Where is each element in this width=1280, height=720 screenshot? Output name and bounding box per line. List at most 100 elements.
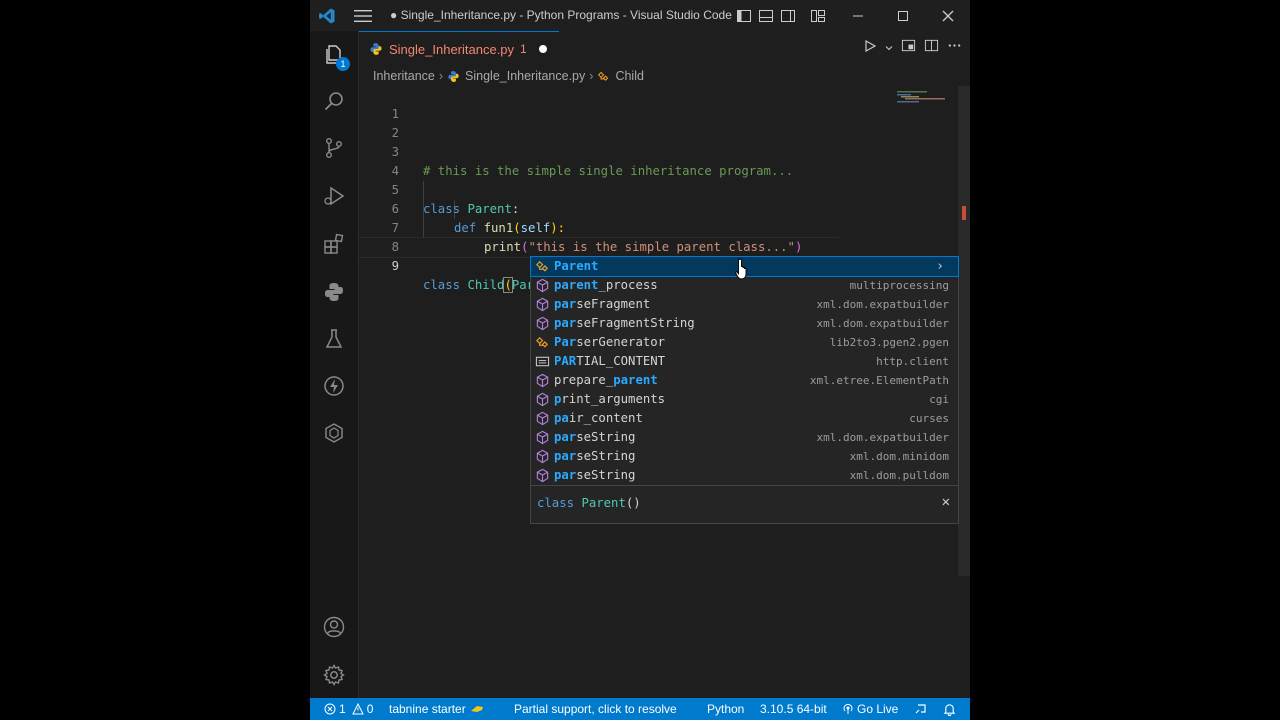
run-debug-icon[interactable] — [310, 172, 358, 220]
suggestion-item[interactable]: print_arguments cgi — [531, 390, 958, 409]
suggestion-item[interactable]: parseFragment xml.dom.expatbuilder — [531, 295, 958, 314]
suggestion-item[interactable]: pair_content curses — [531, 409, 958, 428]
suggestion-label: ParserGenerator — [554, 333, 665, 352]
signature-parens: () — [625, 496, 641, 510]
suggestion-item[interactable]: ParserGenerator lib2to3.pgen2.pgen — [531, 333, 958, 352]
warning-icon — [351, 703, 364, 715]
go-live-label: Go Live — [857, 702, 899, 716]
broadcast-icon — [843, 703, 853, 714]
split-editor-icon[interactable] — [924, 38, 939, 58]
error-count: 1 — [339, 702, 346, 716]
line-number: 9 — [391, 259, 399, 273]
symbol-module-icon — [535, 392, 550, 407]
symbol-class-icon — [535, 259, 550, 274]
symbol-constant-icon — [535, 354, 550, 369]
symbol-module-icon — [535, 316, 550, 331]
maximize-button[interactable] — [880, 0, 925, 31]
suggestion-item[interactable]: prepare_parent xml.etree.ElementPath — [531, 371, 958, 390]
minimize-button[interactable] — [835, 0, 880, 31]
symbol-class-icon — [598, 71, 609, 81]
suggestion-label: parseString — [554, 466, 635, 485]
extensions-icon[interactable] — [310, 220, 358, 268]
partial-support-status[interactable]: Partial support, click to resolve — [514, 698, 677, 720]
minimap[interactable] — [897, 90, 957, 104]
suggestion-label-suffix: _process — [598, 278, 658, 292]
testing-icon[interactable] — [310, 315, 358, 363]
suggest-widget: parseString xml.dom.pulldom parseString xml… — [530, 256, 959, 524]
live-share-icon[interactable] — [310, 362, 358, 410]
suggestion-label-match: par — [554, 468, 577, 482]
close-window-button[interactable] — [925, 0, 970, 31]
explorer-icon[interactable]: 1 — [310, 31, 358, 79]
tab-single-inheritance[interactable]: Single_Inheritance.py 1 — [359, 31, 559, 66]
title-bar: ● Single_Inheritance.py - Python Program… — [310, 0, 970, 31]
suggest-details: class Parent() ✕ — [531, 485, 958, 524]
settings-gear-icon[interactable] — [310, 651, 358, 699]
breadcrumb-file[interactable]: Single_Inheritance.py — [465, 69, 585, 83]
suggestion-detail: multiprocessing — [849, 279, 949, 292]
tab-filename: Single_Inheritance.py — [389, 41, 515, 57]
suggestion-detail: xml.dom.expatbuilder — [816, 317, 949, 330]
open-preview-icon[interactable] — [901, 38, 916, 58]
suggestion-label-suffix: seString — [576, 468, 636, 482]
vertical-scrollbar[interactable] — [958, 86, 970, 576]
code-line: 8 — [359, 219, 959, 254]
python-file-icon — [370, 43, 382, 55]
toggle-panel-icon[interactable] — [755, 0, 777, 31]
symbol-module-icon — [535, 468, 550, 483]
read-more-chevron-icon[interactable]: › — [936, 257, 944, 276]
notifications-bell-icon[interactable] — [943, 698, 956, 720]
hand-pointer-icon — [735, 258, 747, 280]
suggestion-item[interactable]: parseString xml.dom.minidom — [531, 447, 958, 466]
python-icon[interactable] — [310, 268, 358, 316]
suggestion-detail: xml.dom.expatbuilder — [816, 431, 949, 444]
search-icon[interactable] — [310, 77, 358, 125]
code-line: 2 — [359, 105, 959, 140]
close-icon[interactable]: ✕ — [942, 494, 950, 510]
suggestion-detail: xml.dom.minidom — [849, 450, 949, 463]
suggestion-label-suffix: seString — [576, 430, 636, 444]
breadcrumb: Inheritance › Single_Inheritance.py › Ch… — [373, 66, 644, 86]
toggle-primary-sidebar-icon[interactable] — [733, 0, 755, 31]
suggestion-item[interactable]: parseString xml.dom.pulldom — [531, 466, 958, 485]
source-control-icon[interactable] — [310, 124, 358, 172]
hamburger-menu-icon[interactable] — [354, 9, 372, 23]
unsaved-dot-icon[interactable] — [538, 45, 547, 53]
symbol-module-icon — [535, 278, 550, 293]
suggestion-label: parent_process — [554, 276, 658, 295]
suggestion-label: parseString — [554, 447, 635, 466]
suggestion-label-match: par — [554, 430, 577, 444]
suggestion-label-suffix: ir_content — [568, 411, 643, 425]
customize-layout-icon[interactable] — [807, 0, 829, 31]
error-icon — [324, 703, 336, 715]
feedback-icon[interactable] — [914, 698, 928, 720]
suggestion-label-suffix: rint_arguments — [561, 392, 666, 406]
go-live-button[interactable]: Go Live — [842, 698, 898, 720]
tabnine-status[interactable]: tabnine starter — [389, 698, 485, 720]
remote-explorer-icon[interactable] — [310, 409, 358, 457]
suggestion-detail: xml.dom.expatbuilder — [816, 298, 949, 311]
suggestion-item[interactable]: PARTIAL_CONTENT http.client — [531, 352, 958, 371]
python-interpreter[interactable]: 3.10.5 64-bit — [760, 698, 827, 720]
breadcrumb-symbol[interactable]: Child — [615, 69, 644, 83]
suggestion-label: Parent — [554, 257, 598, 276]
suggestion-item[interactable]: parseString xml.dom.expatbuilder — [531, 428, 958, 447]
status-bar: 1 0 tabnine starter Partial support, cli… — [310, 698, 970, 720]
suggestion-label-suffix: seFragment — [576, 297, 651, 311]
partial-support-label: Partial support, click to resolve — [514, 702, 677, 716]
more-actions-icon[interactable] — [947, 38, 962, 58]
accounts-icon[interactable] — [310, 603, 358, 651]
code-line: 4 — [359, 143, 959, 178]
python-file-icon — [448, 70, 459, 82]
editor-tabs: Single_Inheritance.py 1 — [359, 31, 970, 66]
suggestion-item[interactable]: parseFragmentString xml.dom.expatbuilder — [531, 314, 958, 333]
run-dropdown-chevron-icon[interactable] — [885, 39, 893, 57]
problems-status[interactable]: 1 0 — [324, 698, 373, 720]
breadcrumb-folder[interactable]: Inheritance — [373, 69, 435, 83]
title-bar-controls — [733, 0, 970, 31]
run-python-file-icon[interactable] — [863, 39, 877, 58]
symbol-module-icon — [535, 373, 550, 388]
language-mode[interactable]: Python — [707, 698, 744, 720]
toggle-secondary-sidebar-icon[interactable] — [777, 0, 799, 31]
suggestion-label-prefix: prepare_ — [554, 373, 614, 387]
